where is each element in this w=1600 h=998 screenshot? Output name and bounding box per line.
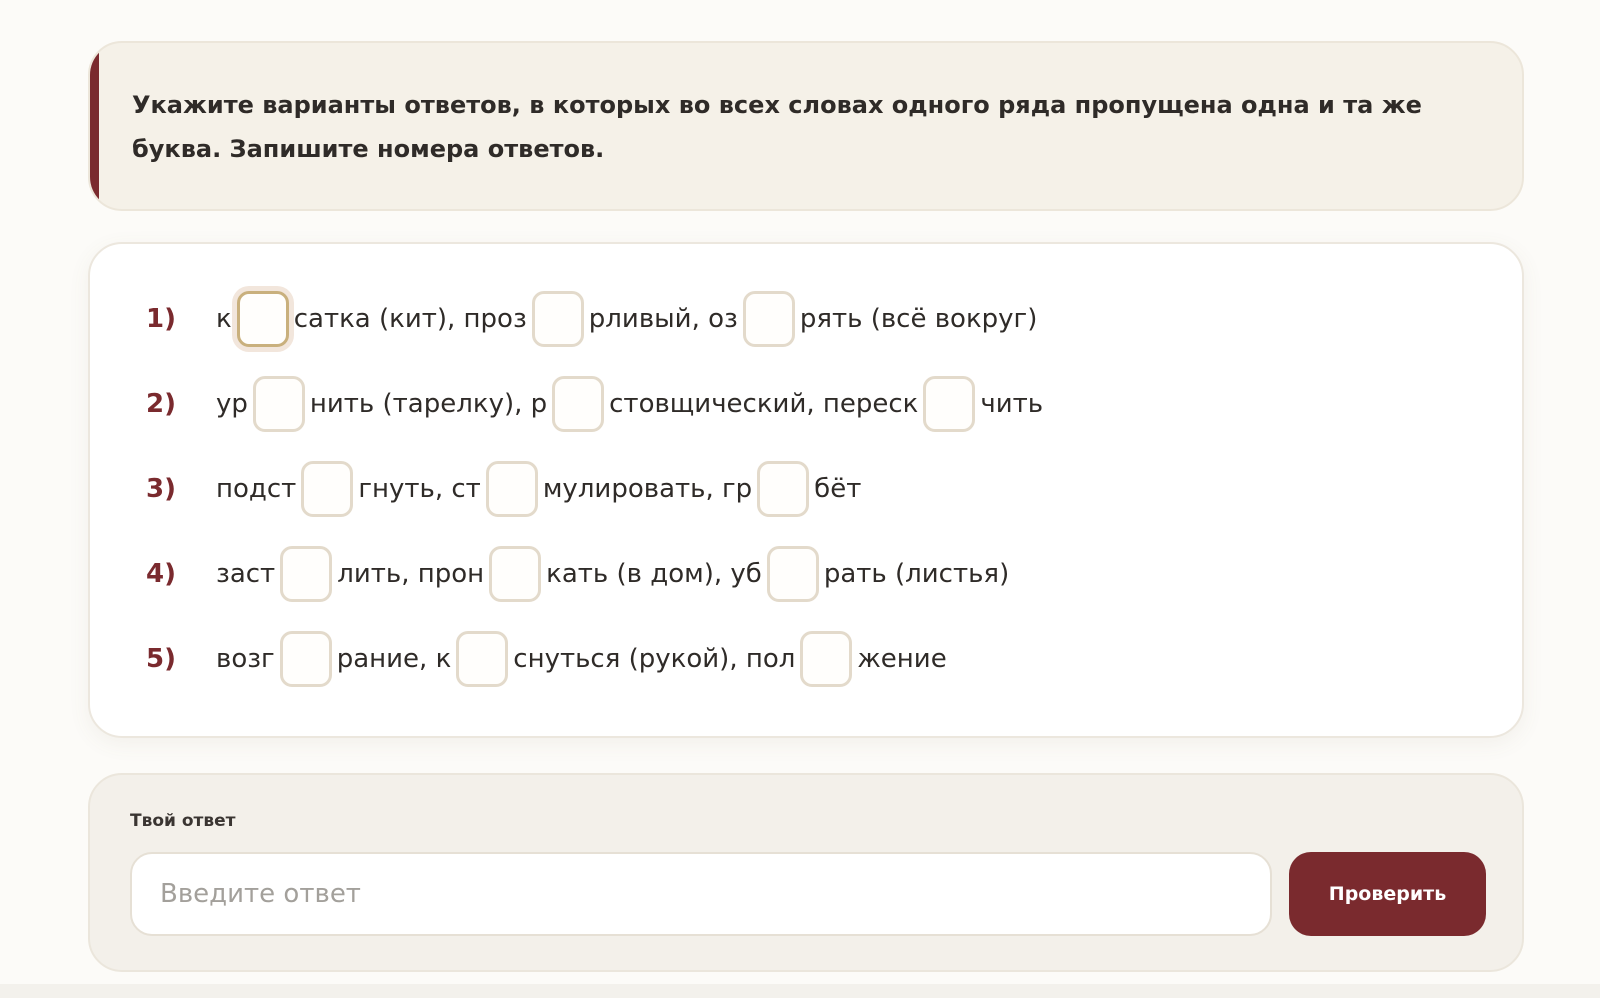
word-fragment: лить, прон xyxy=(337,559,485,589)
task-accent-bar xyxy=(90,43,99,209)
word-fragment: подст xyxy=(216,474,297,504)
option-row-5: 5) возг рание, к снуться (рукой), пол же… xyxy=(146,628,947,690)
word-fragment: рание, к xyxy=(336,644,452,674)
word-fragment: рливый, оз xyxy=(588,304,738,334)
word-fragment: возг xyxy=(216,644,275,674)
option-row-1: 1) к сатка (кит), проз рливый, оз рять (… xyxy=(146,288,1037,350)
word-fragment: мулировать, гр xyxy=(542,474,753,504)
options-card: 1) к сатка (кит), проз рливый, оз рять (… xyxy=(88,242,1524,738)
option-row-3: 3) подст гнуть, ст мулировать, гр бёт xyxy=(146,458,861,520)
option-number: 3) xyxy=(146,474,176,504)
answer-label: Твой ответ xyxy=(130,811,236,831)
check-button[interactable]: Проверить xyxy=(1289,852,1486,936)
letter-gap-input[interactable] xyxy=(279,631,332,687)
letter-gap-input[interactable] xyxy=(485,461,538,517)
option-number: 1) xyxy=(146,304,176,334)
letter-gap-input[interactable] xyxy=(800,631,853,687)
word-fragment: гнуть, ст xyxy=(358,474,481,504)
option-number: 4) xyxy=(146,559,176,589)
letter-gap-input[interactable] xyxy=(757,461,810,517)
answer-card: Твой ответ Проверить xyxy=(88,773,1524,972)
letter-gap-input[interactable] xyxy=(552,376,605,432)
letter-gap-input[interactable] xyxy=(301,461,354,517)
word-fragment: ур xyxy=(216,389,248,419)
letter-gap-input[interactable] xyxy=(923,376,976,432)
letter-gap-input[interactable] xyxy=(280,546,333,602)
word-fragment: кать (в дом), уб xyxy=(546,559,762,589)
word-fragment: к xyxy=(216,304,232,334)
word-fragment: сатка (кит), проз xyxy=(293,304,527,334)
word-fragment: чить xyxy=(980,389,1044,419)
word-fragment: бёт xyxy=(814,474,862,504)
letter-gap-input[interactable] xyxy=(252,376,305,432)
word-fragment: заст xyxy=(216,559,276,589)
page-bottom-strip xyxy=(0,984,1600,998)
option-number: 5) xyxy=(146,644,176,674)
letter-gap-input[interactable] xyxy=(456,631,509,687)
answer-input[interactable] xyxy=(130,852,1272,936)
word-fragment: стовщический, переск xyxy=(609,389,919,419)
letter-gap-input[interactable] xyxy=(489,546,542,602)
word-fragment: жение xyxy=(857,644,947,674)
option-row-4: 4) заст лить, прон кать (в дом), уб рать… xyxy=(146,543,1009,605)
task-instruction: Укажите варианты ответов, в которых во в… xyxy=(132,91,1422,163)
word-fragment: рать (листья) xyxy=(823,559,1010,589)
letter-gap-input[interactable] xyxy=(766,546,819,602)
word-fragment: рять (всё вокруг) xyxy=(799,304,1038,334)
task-card: Укажите варианты ответов, в которых во в… xyxy=(88,41,1524,211)
word-fragment: нить (тарелку), р xyxy=(309,389,548,419)
letter-gap-input[interactable] xyxy=(236,291,289,347)
letter-gap-input[interactable] xyxy=(531,291,584,347)
word-fragment: снуться (рукой), пол xyxy=(513,644,796,674)
option-row-2: 2) ур нить (тарелку), р стовщический, пе… xyxy=(146,373,1043,435)
option-number: 2) xyxy=(146,389,176,419)
letter-gap-input[interactable] xyxy=(742,291,795,347)
